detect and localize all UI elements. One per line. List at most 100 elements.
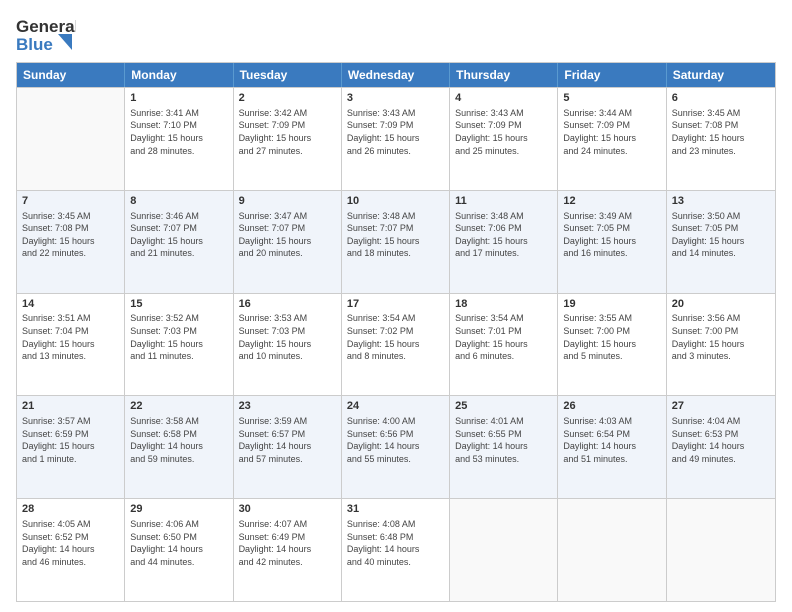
day-26: 26Sunrise: 4:03 AMSunset: 6:54 PMDayligh…	[558, 396, 666, 498]
calendar-body: 1Sunrise: 3:41 AMSunset: 7:10 PMDaylight…	[17, 87, 775, 601]
header-friday: Friday	[558, 63, 666, 87]
day-number-23: 23	[239, 399, 336, 414]
day-info-25: Sunrise: 4:01 AMSunset: 6:55 PMDaylight:…	[455, 415, 552, 465]
day-18: 18Sunrise: 3:54 AMSunset: 7:01 PMDayligh…	[450, 294, 558, 396]
day-info-28: Sunrise: 4:05 AMSunset: 6:52 PMDaylight:…	[22, 518, 119, 568]
day-16: 16Sunrise: 3:53 AMSunset: 7:03 PMDayligh…	[234, 294, 342, 396]
day-info-10: Sunrise: 3:48 AMSunset: 7:07 PMDaylight:…	[347, 210, 444, 260]
day-info-13: Sunrise: 3:50 AMSunset: 7:05 PMDaylight:…	[672, 210, 770, 260]
day-number-15: 15	[130, 297, 227, 312]
day-info-14: Sunrise: 3:51 AMSunset: 7:04 PMDaylight:…	[22, 312, 119, 362]
header-wednesday: Wednesday	[342, 63, 450, 87]
svg-text:General: General	[16, 17, 76, 36]
day-number-30: 30	[239, 502, 336, 517]
day-8: 8Sunrise: 3:46 AMSunset: 7:07 PMDaylight…	[125, 191, 233, 293]
day-number-18: 18	[455, 297, 552, 312]
day-20: 20Sunrise: 3:56 AMSunset: 7:00 PMDayligh…	[667, 294, 775, 396]
day-number-16: 16	[239, 297, 336, 312]
day-info-5: Sunrise: 3:44 AMSunset: 7:09 PMDaylight:…	[563, 107, 660, 157]
day-info-18: Sunrise: 3:54 AMSunset: 7:01 PMDaylight:…	[455, 312, 552, 362]
day-5: 5Sunrise: 3:44 AMSunset: 7:09 PMDaylight…	[558, 88, 666, 190]
day-1: 1Sunrise: 3:41 AMSunset: 7:10 PMDaylight…	[125, 88, 233, 190]
day-number-8: 8	[130, 194, 227, 209]
calendar-row-2: 14Sunrise: 3:51 AMSunset: 7:04 PMDayligh…	[17, 293, 775, 396]
day-number-31: 31	[347, 502, 444, 517]
day-29: 29Sunrise: 4:06 AMSunset: 6:50 PMDayligh…	[125, 499, 233, 601]
day-info-16: Sunrise: 3:53 AMSunset: 7:03 PMDaylight:…	[239, 312, 336, 362]
day-number-7: 7	[22, 194, 119, 209]
day-number-3: 3	[347, 91, 444, 106]
day-11: 11Sunrise: 3:48 AMSunset: 7:06 PMDayligh…	[450, 191, 558, 293]
day-13: 13Sunrise: 3:50 AMSunset: 7:05 PMDayligh…	[667, 191, 775, 293]
day-15: 15Sunrise: 3:52 AMSunset: 7:03 PMDayligh…	[125, 294, 233, 396]
day-3: 3Sunrise: 3:43 AMSunset: 7:09 PMDaylight…	[342, 88, 450, 190]
empty-cell	[558, 499, 666, 601]
day-info-17: Sunrise: 3:54 AMSunset: 7:02 PMDaylight:…	[347, 312, 444, 362]
empty-cell	[450, 499, 558, 601]
day-25: 25Sunrise: 4:01 AMSunset: 6:55 PMDayligh…	[450, 396, 558, 498]
day-number-21: 21	[22, 399, 119, 414]
header-saturday: Saturday	[667, 63, 775, 87]
calendar-row-4: 28Sunrise: 4:05 AMSunset: 6:52 PMDayligh…	[17, 498, 775, 601]
day-number-13: 13	[672, 194, 770, 209]
day-number-19: 19	[563, 297, 660, 312]
day-info-27: Sunrise: 4:04 AMSunset: 6:53 PMDaylight:…	[672, 415, 770, 465]
day-number-20: 20	[672, 297, 770, 312]
logo-icon: General Blue	[16, 12, 76, 54]
day-27: 27Sunrise: 4:04 AMSunset: 6:53 PMDayligh…	[667, 396, 775, 498]
day-info-3: Sunrise: 3:43 AMSunset: 7:09 PMDaylight:…	[347, 107, 444, 157]
day-info-4: Sunrise: 3:43 AMSunset: 7:09 PMDaylight:…	[455, 107, 552, 157]
day-info-9: Sunrise: 3:47 AMSunset: 7:07 PMDaylight:…	[239, 210, 336, 260]
calendar-header-row: SundayMondayTuesdayWednesdayThursdayFrid…	[17, 63, 775, 87]
day-number-22: 22	[130, 399, 227, 414]
day-14: 14Sunrise: 3:51 AMSunset: 7:04 PMDayligh…	[17, 294, 125, 396]
empty-cell	[667, 499, 775, 601]
day-17: 17Sunrise: 3:54 AMSunset: 7:02 PMDayligh…	[342, 294, 450, 396]
day-info-23: Sunrise: 3:59 AMSunset: 6:57 PMDaylight:…	[239, 415, 336, 465]
calendar-row-1: 7Sunrise: 3:45 AMSunset: 7:08 PMDaylight…	[17, 190, 775, 293]
day-number-14: 14	[22, 297, 119, 312]
day-7: 7Sunrise: 3:45 AMSunset: 7:08 PMDaylight…	[17, 191, 125, 293]
day-6: 6Sunrise: 3:45 AMSunset: 7:08 PMDaylight…	[667, 88, 775, 190]
day-info-26: Sunrise: 4:03 AMSunset: 6:54 PMDaylight:…	[563, 415, 660, 465]
day-number-24: 24	[347, 399, 444, 414]
day-number-26: 26	[563, 399, 660, 414]
day-19: 19Sunrise: 3:55 AMSunset: 7:00 PMDayligh…	[558, 294, 666, 396]
day-info-1: Sunrise: 3:41 AMSunset: 7:10 PMDaylight:…	[130, 107, 227, 157]
day-28: 28Sunrise: 4:05 AMSunset: 6:52 PMDayligh…	[17, 499, 125, 601]
day-info-12: Sunrise: 3:49 AMSunset: 7:05 PMDaylight:…	[563, 210, 660, 260]
page: General Blue SundayMondayTuesdayWednesda…	[0, 0, 792, 612]
day-info-29: Sunrise: 4:06 AMSunset: 6:50 PMDaylight:…	[130, 518, 227, 568]
day-info-19: Sunrise: 3:55 AMSunset: 7:00 PMDaylight:…	[563, 312, 660, 362]
day-info-22: Sunrise: 3:58 AMSunset: 6:58 PMDaylight:…	[130, 415, 227, 465]
day-number-29: 29	[130, 502, 227, 517]
header-monday: Monday	[125, 63, 233, 87]
day-23: 23Sunrise: 3:59 AMSunset: 6:57 PMDayligh…	[234, 396, 342, 498]
logo: General Blue	[16, 12, 76, 54]
day-info-15: Sunrise: 3:52 AMSunset: 7:03 PMDaylight:…	[130, 312, 227, 362]
day-21: 21Sunrise: 3:57 AMSunset: 6:59 PMDayligh…	[17, 396, 125, 498]
day-number-27: 27	[672, 399, 770, 414]
day-4: 4Sunrise: 3:43 AMSunset: 7:09 PMDaylight…	[450, 88, 558, 190]
day-number-2: 2	[239, 91, 336, 106]
day-24: 24Sunrise: 4:00 AMSunset: 6:56 PMDayligh…	[342, 396, 450, 498]
day-number-5: 5	[563, 91, 660, 106]
day-info-24: Sunrise: 4:00 AMSunset: 6:56 PMDaylight:…	[347, 415, 444, 465]
day-22: 22Sunrise: 3:58 AMSunset: 6:58 PMDayligh…	[125, 396, 233, 498]
day-info-21: Sunrise: 3:57 AMSunset: 6:59 PMDaylight:…	[22, 415, 119, 465]
day-31: 31Sunrise: 4:08 AMSunset: 6:48 PMDayligh…	[342, 499, 450, 601]
day-number-12: 12	[563, 194, 660, 209]
day-info-11: Sunrise: 3:48 AMSunset: 7:06 PMDaylight:…	[455, 210, 552, 260]
day-number-1: 1	[130, 91, 227, 106]
day-number-6: 6	[672, 91, 770, 106]
header: General Blue	[16, 12, 776, 54]
day-number-25: 25	[455, 399, 552, 414]
header-sunday: Sunday	[17, 63, 125, 87]
calendar-row-0: 1Sunrise: 3:41 AMSunset: 7:10 PMDaylight…	[17, 87, 775, 190]
day-info-30: Sunrise: 4:07 AMSunset: 6:49 PMDaylight:…	[239, 518, 336, 568]
day-2: 2Sunrise: 3:42 AMSunset: 7:09 PMDaylight…	[234, 88, 342, 190]
calendar: SundayMondayTuesdayWednesdayThursdayFrid…	[16, 62, 776, 602]
day-30: 30Sunrise: 4:07 AMSunset: 6:49 PMDayligh…	[234, 499, 342, 601]
day-info-2: Sunrise: 3:42 AMSunset: 7:09 PMDaylight:…	[239, 107, 336, 157]
calendar-row-3: 21Sunrise: 3:57 AMSunset: 6:59 PMDayligh…	[17, 395, 775, 498]
